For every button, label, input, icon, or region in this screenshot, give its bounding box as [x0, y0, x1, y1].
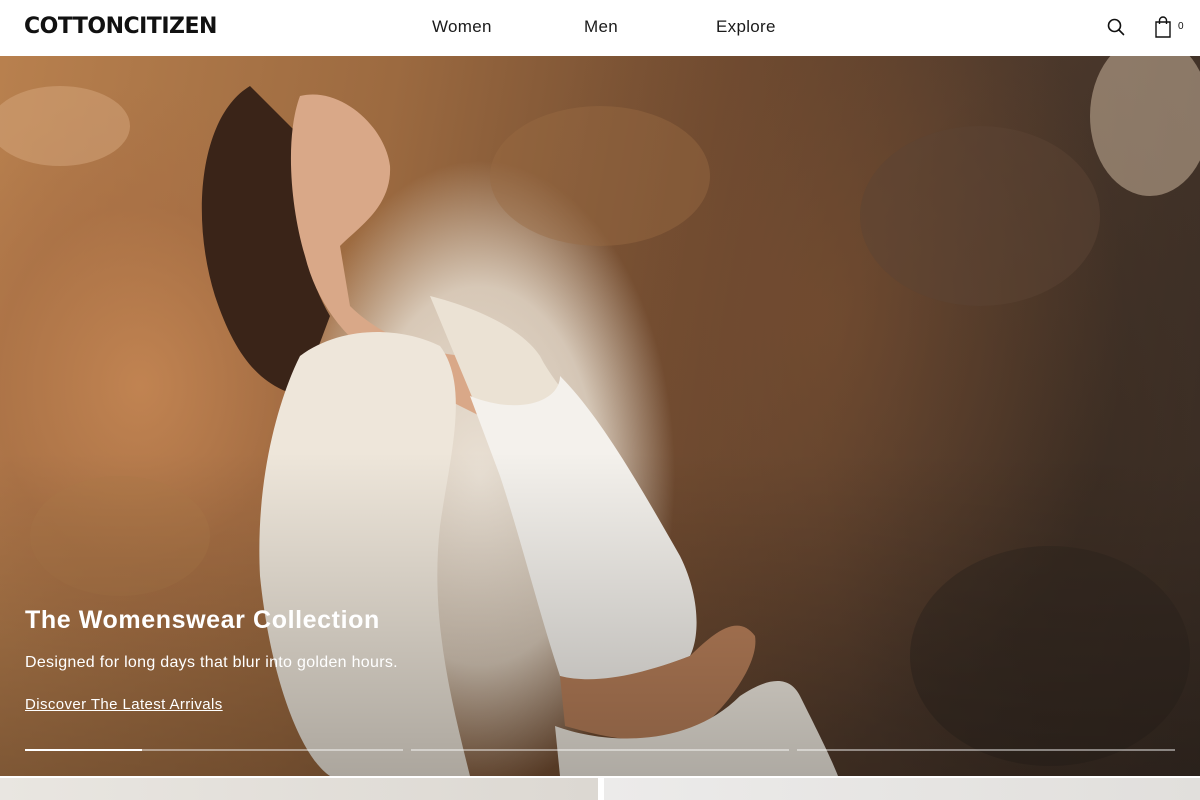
brand-logo[interactable]: COTTONCITIZEN [24, 14, 217, 39]
nav-item-men[interactable]: Men [584, 17, 618, 37]
site-header: COTTONCITIZEN Women Men Explore 0 [0, 0, 1200, 56]
cart-count-badge: 0 [1178, 21, 1184, 32]
slide-indicator-1[interactable] [25, 749, 403, 751]
slide-indicator-3[interactable] [797, 749, 1175, 751]
category-tile-right[interactable] [604, 778, 1200, 800]
search-icon [1107, 18, 1125, 36]
cart-button[interactable]: 0 [1154, 15, 1188, 39]
slide-progress-fill [25, 749, 143, 751]
shopping-bag-icon [1155, 16, 1171, 38]
hero-subtitle: Designed for long days that blur into go… [25, 654, 398, 671]
nav-item-explore[interactable]: Explore [716, 17, 776, 37]
category-tile-left[interactable] [0, 778, 598, 800]
discover-latest-arrivals-link[interactable]: Discover The Latest Arrivals [25, 696, 223, 713]
nav-item-women[interactable]: Women [432, 17, 492, 37]
search-button[interactable] [1106, 17, 1126, 37]
hero-title: The Womenswear Collection [25, 606, 380, 634]
slide-indicator-2[interactable] [411, 749, 789, 751]
hero-banner[interactable]: The Womenswear Collection Designed for l… [0, 56, 1200, 776]
